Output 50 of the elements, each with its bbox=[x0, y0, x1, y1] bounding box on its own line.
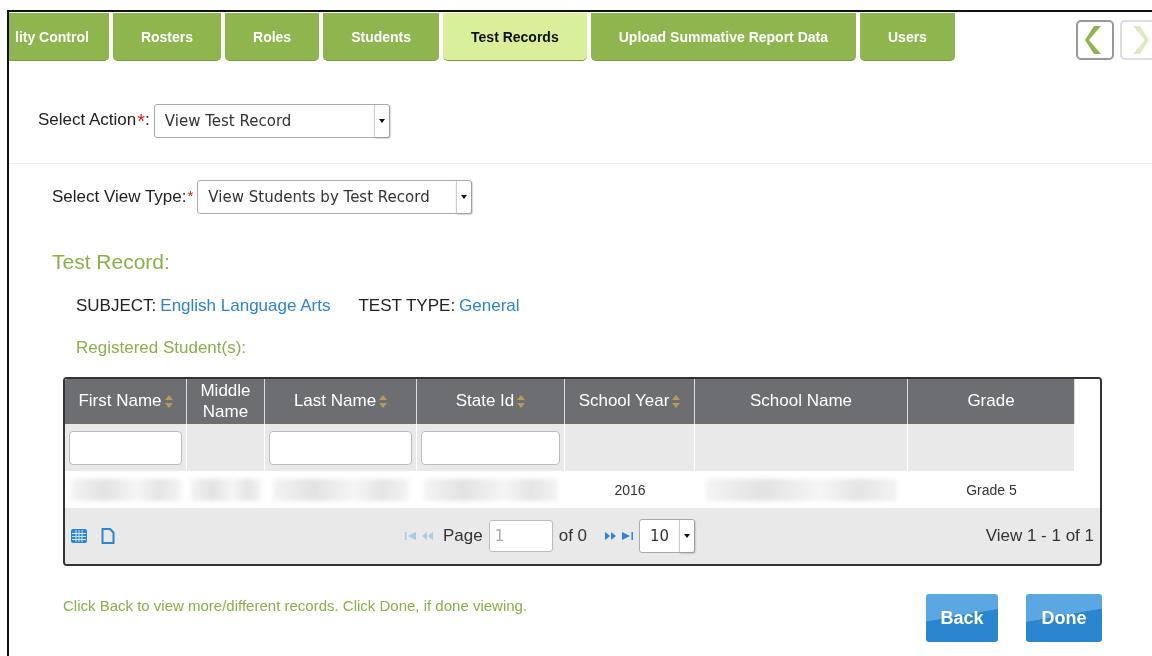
section-heading: Registered Student(s): bbox=[76, 338, 248, 358]
record-field: TEST TYPE: General bbox=[358, 296, 520, 316]
scroll-tabs-button[interactable] bbox=[1076, 20, 1114, 60]
filter-field[interactable] bbox=[69, 430, 182, 465]
caret-icon bbox=[461, 195, 468, 199]
sort-icon[interactable] bbox=[379, 395, 388, 408]
filter-field[interactable] bbox=[421, 430, 560, 465]
column-header[interactable]: First Name bbox=[65, 379, 187, 424]
instruction-text: Click Back to view more/different records. Click Done, if done viewing. bbox=[63, 597, 528, 614]
field-label: Select Action*: bbox=[38, 109, 150, 133]
filter-field[interactable] bbox=[269, 430, 412, 465]
action-select[interactable]: View Test Record bbox=[153, 104, 390, 138]
document-icon[interactable] bbox=[101, 528, 115, 544]
nav-tab[interactable]: Rosters bbox=[112, 13, 222, 61]
records-summary: View 1 - 1 of 1 bbox=[985, 526, 1094, 546]
nav-tab[interactable]: Users bbox=[860, 13, 955, 61]
first-page-icon[interactable] bbox=[405, 532, 416, 540]
table-cell-text: Grade 5 bbox=[965, 480, 1018, 500]
page-size-select[interactable]: 10 bbox=[639, 519, 696, 553]
table-cell-text: 2016 bbox=[613, 480, 647, 500]
grid-icon[interactable] bbox=[71, 529, 87, 543]
sort-icon[interactable] bbox=[517, 395, 526, 408]
pager-label: of 0 bbox=[558, 526, 588, 546]
record-field: SUBJECT: English Language Arts bbox=[76, 296, 331, 316]
caret-icon bbox=[378, 119, 385, 123]
page-field[interactable]: 1 bbox=[488, 520, 553, 552]
sort-icon[interactable] bbox=[164, 395, 173, 408]
nav-tab[interactable]: Upload Summative Report Data bbox=[590, 13, 856, 61]
nav-tab[interactable]: Test Records bbox=[443, 13, 587, 61]
column-header[interactable]: State Id bbox=[417, 379, 565, 424]
nav-tab[interactable]: Students bbox=[323, 13, 440, 61]
column-header: Middle Name bbox=[187, 379, 265, 424]
field-label: Select View Type:* bbox=[52, 187, 194, 207]
view-type-select[interactable]: View Students by Test Record bbox=[197, 180, 473, 214]
redacted-text bbox=[190, 478, 262, 501]
nav-tab[interactable]: lity Control bbox=[9, 13, 109, 61]
column-header[interactable]: Last Name bbox=[265, 379, 417, 424]
next-page-icon[interactable] bbox=[605, 532, 617, 540]
previous-page-icon[interactable] bbox=[422, 532, 433, 540]
sort-icon[interactable] bbox=[672, 395, 681, 408]
column-header[interactable]: School Year bbox=[565, 379, 695, 424]
section-heading: Test Record: bbox=[52, 250, 171, 274]
done-button[interactable]: Done bbox=[1026, 594, 1102, 642]
last-page-icon[interactable] bbox=[622, 532, 634, 540]
nav-tab[interactable]: Roles bbox=[225, 13, 320, 61]
back-button[interactable]: Back bbox=[926, 594, 998, 642]
column-header: School Name bbox=[695, 379, 908, 424]
pager-label: Page bbox=[443, 526, 483, 546]
column-header: Grade bbox=[908, 379, 1075, 424]
caret-icon bbox=[684, 534, 691, 538]
